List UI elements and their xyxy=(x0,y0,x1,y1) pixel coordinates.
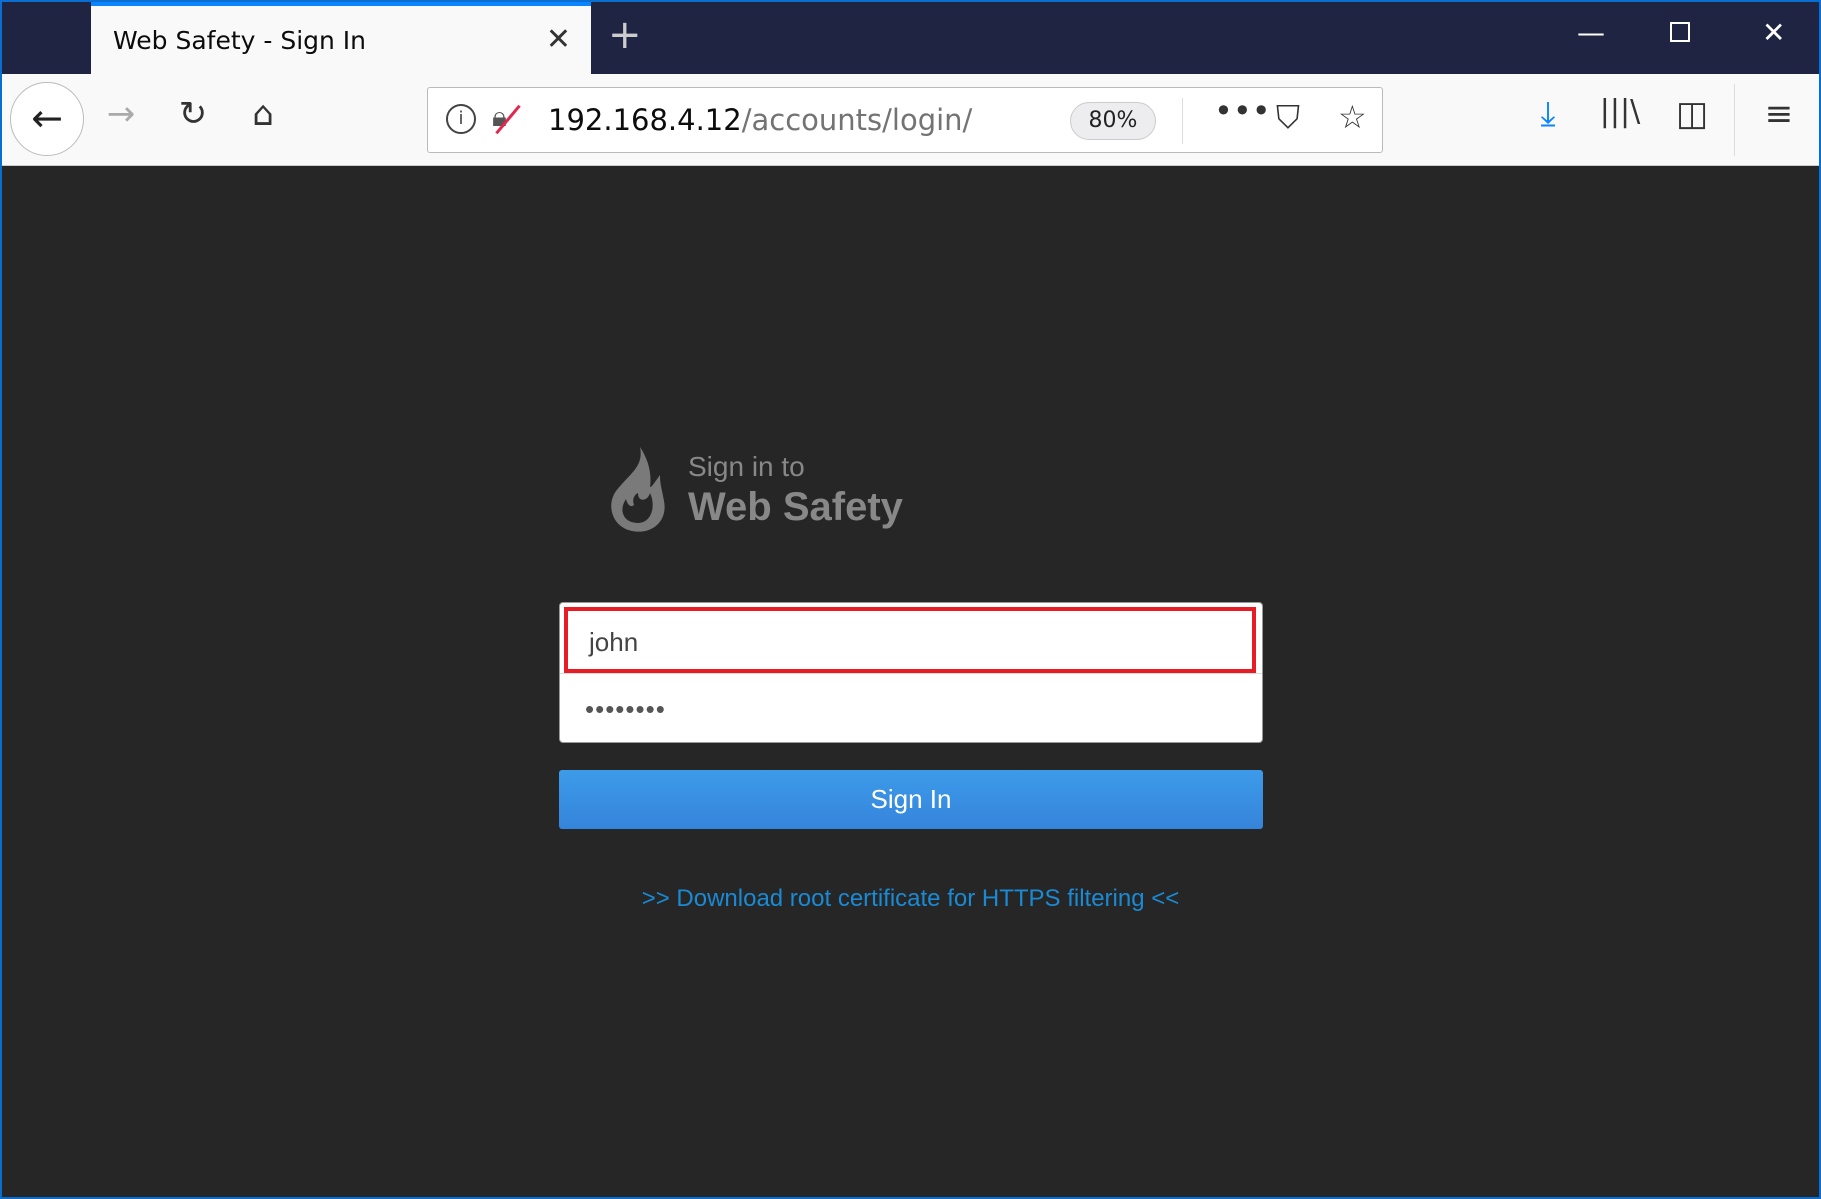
close-tab-icon[interactable]: ✕ xyxy=(546,22,571,57)
close-window-icon[interactable]: ✕ xyxy=(1762,16,1785,49)
info-icon[interactable]: i xyxy=(446,104,476,134)
maximize-icon[interactable] xyxy=(1670,22,1690,42)
more-actions-icon[interactable]: ••• xyxy=(1214,92,1271,130)
zoom-level[interactable]: 80% xyxy=(1070,102,1156,140)
sign-in-button[interactable]: Sign In xyxy=(559,770,1263,829)
nav-toolbar: ← → ↻ ⌂ i 🔒︎ 192.168.4.12/accounts/login… xyxy=(2,74,1819,166)
login-form: john •••••••• xyxy=(559,602,1263,743)
url-text[interactable]: 192.168.4.12/accounts/login/ xyxy=(548,103,972,137)
library-icon[interactable]: |||\ xyxy=(1595,94,1645,129)
page-content: Sign in to Web Safety john •••••••• Sign… xyxy=(2,167,1819,1197)
url-path: /accounts/login/ xyxy=(741,103,973,137)
password-input[interactable]: •••••••• xyxy=(560,673,1262,743)
reload-icon[interactable]: ↻ xyxy=(168,94,218,134)
tab-bar: Web Safety - Sign In ✕ + — ✕ xyxy=(2,2,1819,74)
url-host: 192.168.4.12 xyxy=(548,103,742,137)
username-input[interactable]: john xyxy=(564,607,1256,673)
pocket-icon[interactable]: ⛉ xyxy=(1276,98,1300,137)
new-tab-icon[interactable]: + xyxy=(608,12,642,58)
flame-logo-icon xyxy=(611,447,665,532)
browser-window: Web Safety - Sign In ✕ + — ✕ ← → ↻ ⌂ i 🔒… xyxy=(2,2,1819,1197)
sidebar-icon[interactable]: ◫ xyxy=(1667,94,1717,134)
brand-title: Web Safety xyxy=(688,485,903,529)
menu-icon[interactable]: ≡ xyxy=(1754,94,1804,134)
back-button[interactable]: ← xyxy=(10,82,84,156)
download-certificate-link[interactable]: >> Download root certificate for HTTPS f… xyxy=(2,885,1819,913)
download-icon[interactable]: ⤓ xyxy=(1523,94,1573,134)
bookmark-star-icon[interactable]: ☆ xyxy=(1338,98,1367,136)
divider xyxy=(1734,84,1735,156)
home-icon[interactable]: ⌂ xyxy=(238,94,288,134)
minimize-icon[interactable]: — xyxy=(1577,16,1605,49)
url-bar[interactable]: i 🔒︎ 192.168.4.12/accounts/login/ 80% ••… xyxy=(427,87,1383,153)
tab-title: Web Safety - Sign In xyxy=(113,26,367,55)
forward-icon[interactable]: → xyxy=(96,94,146,134)
sign-in-subtitle: Sign in to xyxy=(688,451,805,482)
tab-active[interactable]: Web Safety - Sign In ✕ xyxy=(91,2,591,74)
divider xyxy=(1182,98,1183,144)
